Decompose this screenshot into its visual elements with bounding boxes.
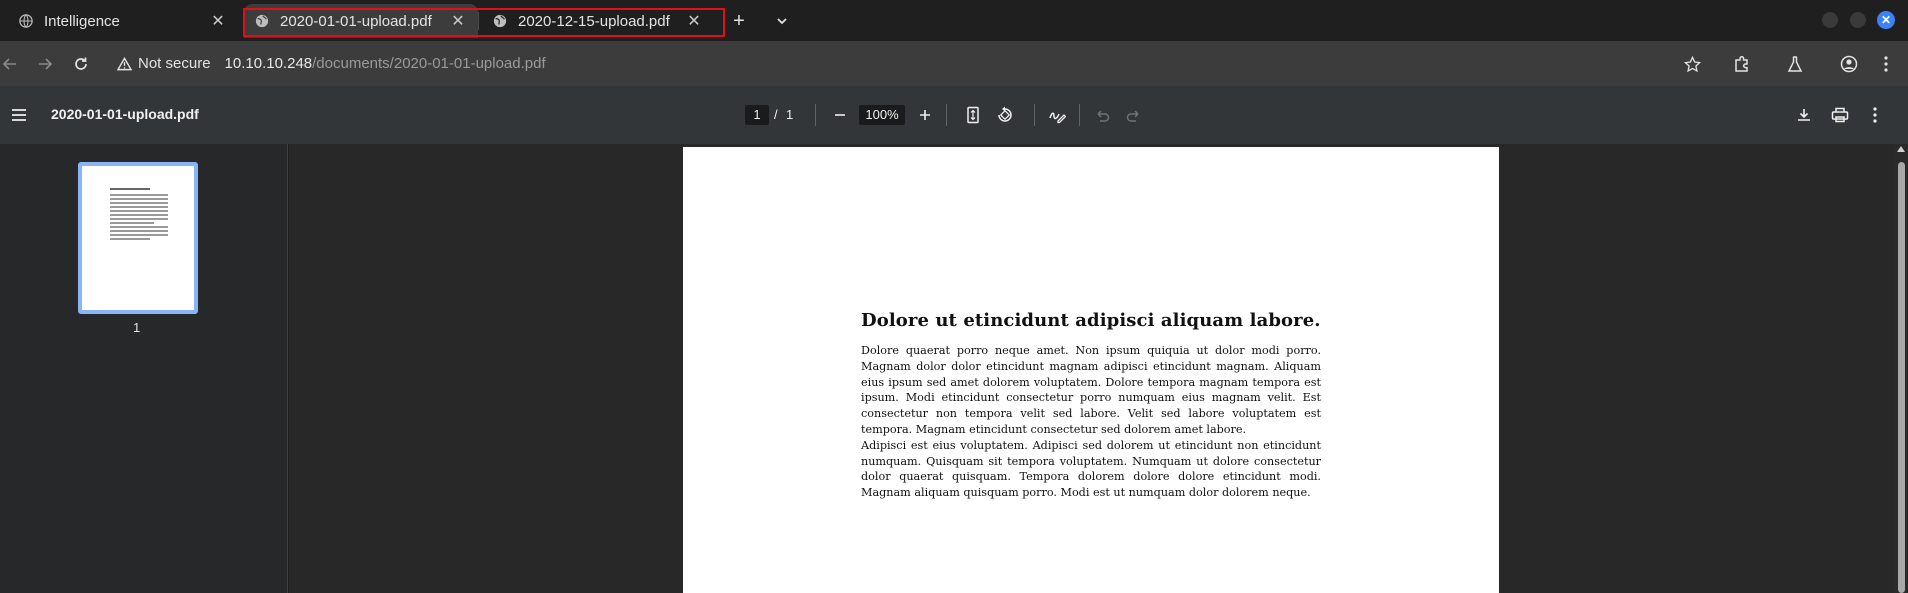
warning-icon (117, 56, 132, 70)
zoom-in-button[interactable] (913, 103, 937, 127)
tab-search-button[interactable] (771, 10, 793, 32)
pdf-page: Dolore ut etincidunt adipisci aliquam la… (683, 147, 1499, 593)
page-thumbnail[interactable] (78, 162, 198, 314)
address-bar[interactable]: Not secure 10.10.10.248/documents/2020-0… (105, 47, 1745, 80)
toolbar-divider (946, 104, 947, 126)
zoom-level-input[interactable]: 100% (859, 105, 905, 125)
pdf-filename: 2020-01-01-upload.pdf (51, 106, 199, 122)
forward-button[interactable] (33, 52, 57, 76)
document-paragraph: Adipisci est eius voluptatem. Adipisci s… (861, 438, 1321, 500)
page-number-input[interactable]: 1 (745, 105, 769, 125)
new-tab-button[interactable]: + (728, 10, 750, 32)
toolbar-divider (1079, 104, 1080, 126)
globe-icon (18, 13, 34, 29)
page-total: 1 (786, 107, 794, 122)
window-close-button[interactable]: ✕ (1877, 11, 1895, 29)
toolbar-divider (815, 104, 816, 126)
vertical-scrollbar[interactable] (1895, 144, 1908, 593)
profile-avatar-icon[interactable] (1837, 52, 1861, 76)
redo-icon[interactable] (1122, 103, 1146, 127)
fit-page-icon[interactable] (961, 103, 985, 127)
print-icon[interactable] (1828, 103, 1852, 127)
zoom-out-button[interactable] (828, 103, 852, 127)
tab-title: Intelligence (44, 12, 120, 30)
more-options-icon[interactable] (1863, 103, 1887, 127)
scroll-up-arrow[interactable] (1897, 146, 1905, 152)
close-icon[interactable]: ✕ (208, 11, 228, 31)
undo-icon[interactable] (1090, 103, 1114, 127)
security-label: Not secure (138, 55, 211, 72)
annotate-pen-icon[interactable] (1045, 103, 1069, 127)
tab-strip: Intelligence ✕ 2020-01-01-upload.pdf ✕ 2… (0, 0, 1908, 41)
security-indicator[interactable]: Not secure (117, 55, 225, 72)
document-paragraph: Dolore quaerat porro neque amet. Non ips… (861, 344, 1321, 436)
extensions-icon[interactable] (1730, 52, 1754, 76)
reload-button[interactable] (69, 52, 93, 76)
thumbnail-preview (110, 188, 168, 242)
scrollbar-thumb[interactable] (1898, 162, 1905, 593)
bookmark-star-icon[interactable] (1680, 52, 1704, 76)
browser-toolbar: Not secure 10.10.10.248/documents/2020-0… (0, 41, 1908, 86)
back-button[interactable] (0, 52, 22, 76)
url-host: 10.10.10.248 (224, 55, 313, 72)
pdf-toolbar: 2020-01-01-upload.pdf 1 / 1 100% (0, 86, 1908, 144)
sidebar-menu-icon[interactable] (10, 106, 28, 124)
browser-menu-icon[interactable] (1874, 52, 1898, 76)
maximize-button[interactable] (1850, 12, 1866, 28)
toolbar-divider (1034, 104, 1035, 126)
tab-intelligence[interactable]: Intelligence ✕ (8, 4, 238, 38)
rotate-icon[interactable] (993, 103, 1017, 127)
url-path: /documents/2020-01-01-upload.pdf (312, 55, 546, 72)
thumbnail-page-number: 1 (133, 320, 141, 335)
document-heading: Dolore ut etincidunt adipisci aliquam la… (861, 310, 1321, 331)
highlight-annotation-box (243, 8, 725, 37)
download-icon[interactable] (1792, 103, 1816, 127)
labs-flask-icon[interactable] (1783, 52, 1807, 76)
document-body: Dolore quaerat porro neque amet. Non ips… (861, 343, 1321, 501)
minimize-button[interactable] (1822, 12, 1838, 28)
page-separator: / (774, 107, 778, 122)
